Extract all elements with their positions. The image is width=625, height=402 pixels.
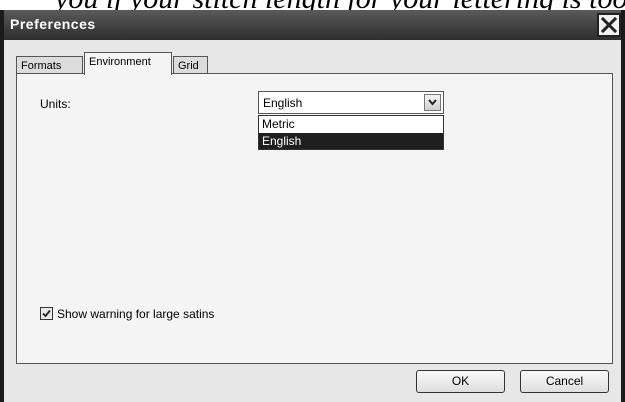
show-warning-label: Show warning for large satins [57,307,215,321]
dropdown-button[interactable] [424,94,441,111]
tab-formats[interactable]: Formats [16,56,83,74]
tab-environment[interactable]: Environment [84,52,172,75]
ok-button[interactable]: OK [416,370,505,393]
units-option-metric[interactable]: Metric [259,116,443,132]
units-dropdown-list: Metric English [258,115,444,150]
units-select[interactable]: English [258,91,444,114]
show-warning-checkbox[interactable] [40,307,53,320]
preferences-dialog: Preferences Formats Environment Grid Uni… [0,10,625,402]
units-selected-value: English [263,96,303,110]
dialog-title: Preferences [10,16,96,32]
close-icon [601,17,617,33]
environment-panel: Units: English Metric English Show warni… [16,73,613,364]
units-label: Units: [40,97,71,111]
title-bar[interactable]: Preferences [4,10,621,40]
cancel-button[interactable]: Cancel [520,370,609,393]
checkmark-icon [42,309,51,318]
close-button[interactable] [597,13,621,37]
chevron-down-icon [428,99,437,106]
units-option-english[interactable]: English [259,133,443,149]
tab-grid[interactable]: Grid [173,56,208,74]
